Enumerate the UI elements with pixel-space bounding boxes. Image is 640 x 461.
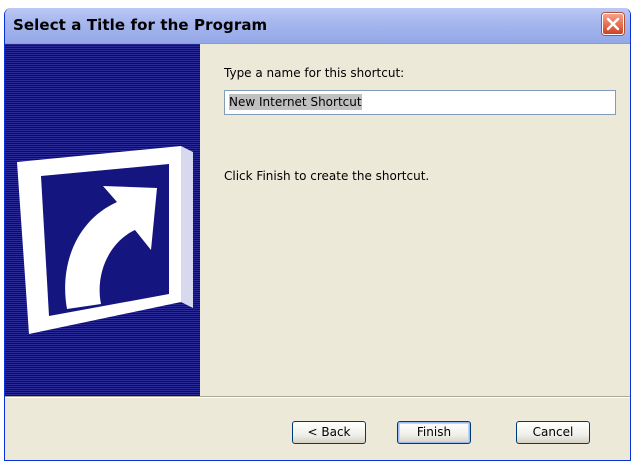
finish-button[interactable]: Finish xyxy=(397,421,471,444)
cancel-button[interactable]: Cancel xyxy=(516,421,590,444)
close-icon xyxy=(606,17,620,31)
footer-divider xyxy=(5,396,630,398)
wizard-content: Type a name for this shortcut: New Inter… xyxy=(200,44,630,396)
back-button[interactable]: < Back xyxy=(292,421,366,444)
finish-instruction: Click Finish to create the shortcut. xyxy=(224,169,430,183)
shortcut-name-label: Type a name for this shortcut: xyxy=(224,66,405,80)
title-bar[interactable]: Select a Title for the Program xyxy=(5,8,630,44)
shortcut-name-input[interactable]: New Internet Shortcut xyxy=(224,90,616,115)
shortcut-arrow-icon xyxy=(17,146,193,334)
shortcut-name-value: New Internet Shortcut xyxy=(229,94,362,110)
wizard-side-panel xyxy=(5,44,200,396)
wizard-dialog: Select a Title for the Program Type a na… xyxy=(4,8,631,461)
window-title: Select a Title for the Program xyxy=(13,16,268,34)
close-button[interactable] xyxy=(602,13,624,35)
